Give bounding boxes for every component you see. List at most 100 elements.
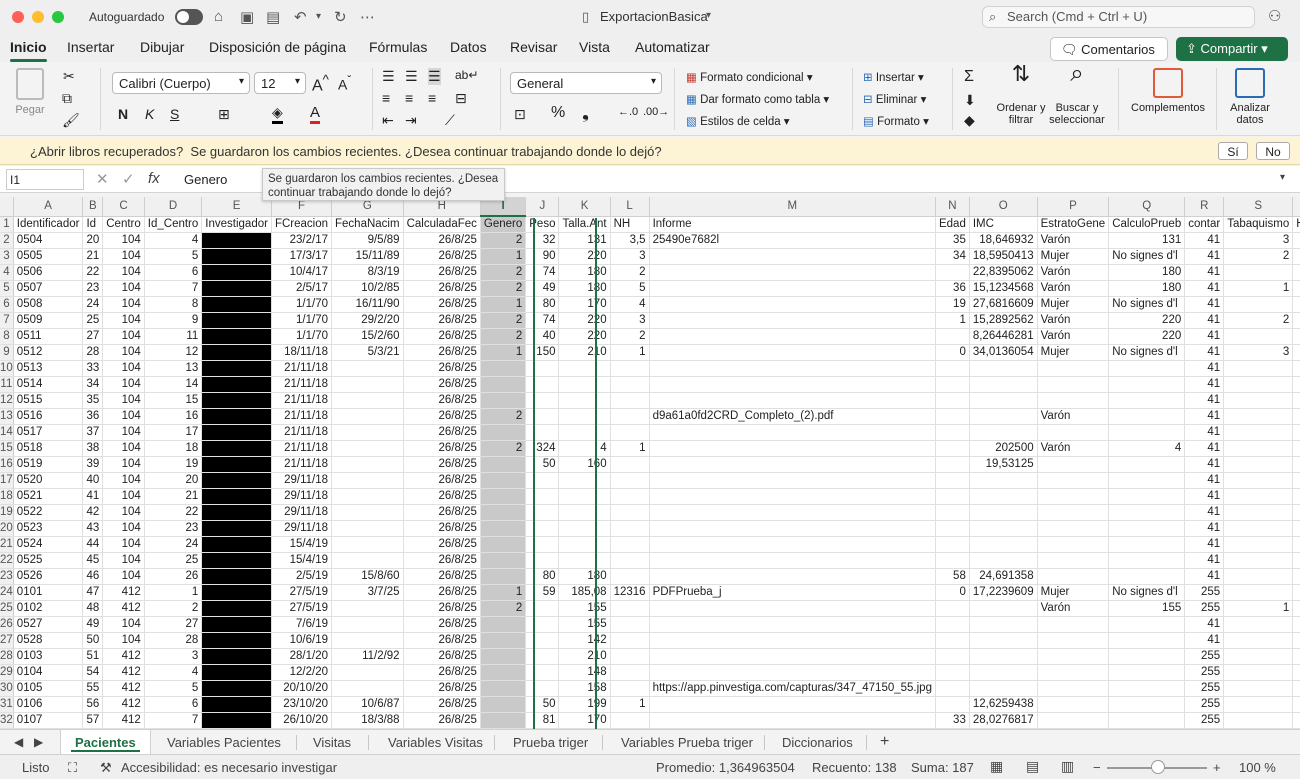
cell[interactable]: 7: [144, 712, 203, 729]
cell[interactable]: CalculoPrueb: [1108, 216, 1186, 233]
cell[interactable]: 24,691358: [969, 568, 1038, 585]
cell[interactable]: 41: [1184, 248, 1225, 265]
column-header[interactable]: Q: [1108, 197, 1186, 217]
cell[interactable]: 8,26446281: [969, 328, 1038, 345]
cell[interactable]: 18/3/88: [331, 712, 404, 729]
cell[interactable]: Varón: [1037, 312, 1110, 329]
cell[interactable]: 26/8/25: [403, 232, 481, 249]
cell[interactable]: 0519: [13, 456, 84, 473]
cell[interactable]: 54: [82, 664, 104, 681]
spreadsheet-grid[interactable]: ABCDEFGHIJKLMNOPQRST1IdentificadorIdCent…: [0, 197, 1300, 729]
cell[interactable]: 25: [82, 312, 104, 329]
cell[interactable]: [201, 248, 272, 265]
align-bottom-icon[interactable]: ☰: [428, 68, 441, 85]
cell[interactable]: 39: [82, 456, 104, 473]
sheet-tab-prueba-triger[interactable]: Prueba triger: [513, 735, 588, 750]
cell[interactable]: [649, 312, 936, 329]
cell[interactable]: [1223, 712, 1294, 729]
next-sheet-icon[interactable]: ▶: [34, 735, 43, 749]
cell[interactable]: [1292, 392, 1300, 409]
cell[interactable]: [969, 648, 1038, 665]
cell[interactable]: [935, 424, 970, 441]
cell[interactable]: 21/11/18: [271, 456, 333, 473]
cell[interactable]: 220: [1108, 328, 1186, 345]
cell[interactable]: [1292, 488, 1300, 505]
cell[interactable]: 35: [935, 232, 970, 249]
cell[interactable]: 26/8/25: [403, 360, 481, 377]
cell[interactable]: [969, 600, 1038, 617]
cell[interactable]: 1: [480, 584, 527, 601]
cell[interactable]: 22: [144, 504, 203, 521]
cell[interactable]: 12,6259438: [969, 696, 1038, 713]
cell[interactable]: 41: [1184, 520, 1225, 537]
cell[interactable]: 12316: [610, 584, 650, 601]
cell[interactable]: [935, 408, 970, 425]
row-header[interactable]: 14: [0, 424, 14, 441]
wrap-text-icon[interactable]: ab↵: [455, 68, 478, 82]
cell[interactable]: 150: [525, 344, 560, 361]
cell[interactable]: [558, 520, 611, 537]
align-middle-icon[interactable]: ☰: [405, 68, 418, 85]
cell[interactable]: 21/11/18: [271, 440, 333, 457]
cell[interactable]: 41: [1184, 456, 1225, 473]
cell[interactable]: 180: [558, 264, 611, 281]
cell[interactable]: 10/6/19: [271, 632, 333, 649]
cell[interactable]: [1223, 424, 1294, 441]
font-name-select[interactable]: Calibri (Cuerpo) ▾: [112, 72, 250, 94]
cell[interactable]: [201, 440, 272, 457]
account-icon[interactable]: ⚇: [1268, 7, 1281, 25]
cell[interactable]: 41: [1184, 296, 1225, 313]
save-as-icon[interactable]: ▤: [266, 8, 280, 26]
cell[interactable]: 255: [1184, 648, 1225, 665]
cell[interactable]: 35: [82, 392, 104, 409]
cell[interactable]: [1037, 360, 1110, 377]
cell[interactable]: 41: [1184, 632, 1225, 649]
cell[interactable]: [480, 616, 527, 633]
cell[interactable]: [969, 552, 1038, 569]
cell[interactable]: 220: [558, 248, 611, 265]
cell[interactable]: [935, 264, 970, 281]
cell[interactable]: 26/8/25: [403, 680, 481, 697]
cell[interactable]: 27,6816609: [969, 296, 1038, 313]
cell[interactable]: 18: [144, 440, 203, 457]
cell[interactable]: 0525: [13, 552, 84, 569]
cell[interactable]: 2: [480, 600, 527, 617]
cell[interactable]: [525, 600, 560, 617]
cell[interactable]: [1108, 712, 1186, 729]
font-size-select[interactable]: 12 ▾: [254, 72, 306, 94]
cell[interactable]: [558, 472, 611, 489]
cell[interactable]: [649, 536, 936, 553]
cell[interactable]: 26/8/25: [403, 616, 481, 633]
cell[interactable]: [558, 536, 611, 553]
cell[interactable]: [331, 488, 404, 505]
column-header[interactable]: M: [649, 197, 936, 217]
cell[interactable]: [649, 392, 936, 409]
cell[interactable]: 41: [1184, 488, 1225, 505]
cell[interactable]: [1108, 520, 1186, 537]
cell[interactable]: [1037, 664, 1110, 681]
sheet-tab-variables-pacientes[interactable]: Variables Pacientes: [167, 735, 281, 750]
cell[interactable]: [201, 664, 272, 681]
cell[interactable]: [201, 264, 272, 281]
cell[interactable]: 41: [1184, 552, 1225, 569]
cell[interactable]: 36: [82, 408, 104, 425]
cell[interactable]: 255: [1184, 664, 1225, 681]
cell[interactable]: 4: [144, 232, 203, 249]
cell[interactable]: 40: [82, 472, 104, 489]
cell[interactable]: [1292, 568, 1300, 585]
cell[interactable]: [649, 568, 936, 585]
cell[interactable]: 41: [1184, 616, 1225, 633]
cell[interactable]: 10/6/87: [331, 696, 404, 713]
cell[interactable]: [1037, 696, 1110, 713]
cell[interactable]: [1292, 520, 1300, 537]
cell[interactable]: 21/11/18: [271, 376, 333, 393]
cell[interactable]: 5: [144, 248, 203, 265]
cell[interactable]: 210: [558, 344, 611, 361]
cell[interactable]: 0507: [13, 280, 84, 297]
cell[interactable]: 41: [1184, 328, 1225, 345]
cell[interactable]: 26/8/25: [403, 264, 481, 281]
cell[interactable]: 104: [102, 504, 145, 521]
cell[interactable]: [525, 520, 560, 537]
cell[interactable]: 0509: [13, 312, 84, 329]
cell[interactable]: [649, 504, 936, 521]
